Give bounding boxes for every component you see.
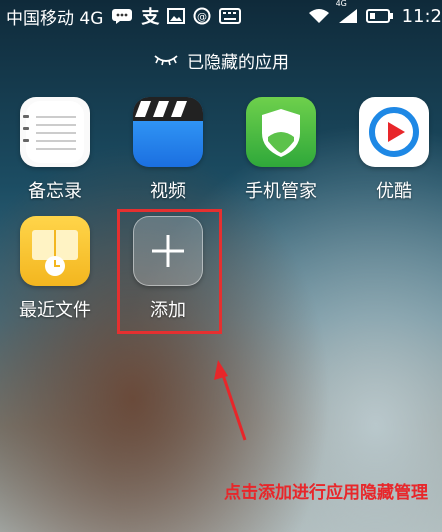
annotation-text: 点击添加进行应用隐藏管理	[224, 483, 428, 503]
arrow-icon	[214, 360, 247, 441]
